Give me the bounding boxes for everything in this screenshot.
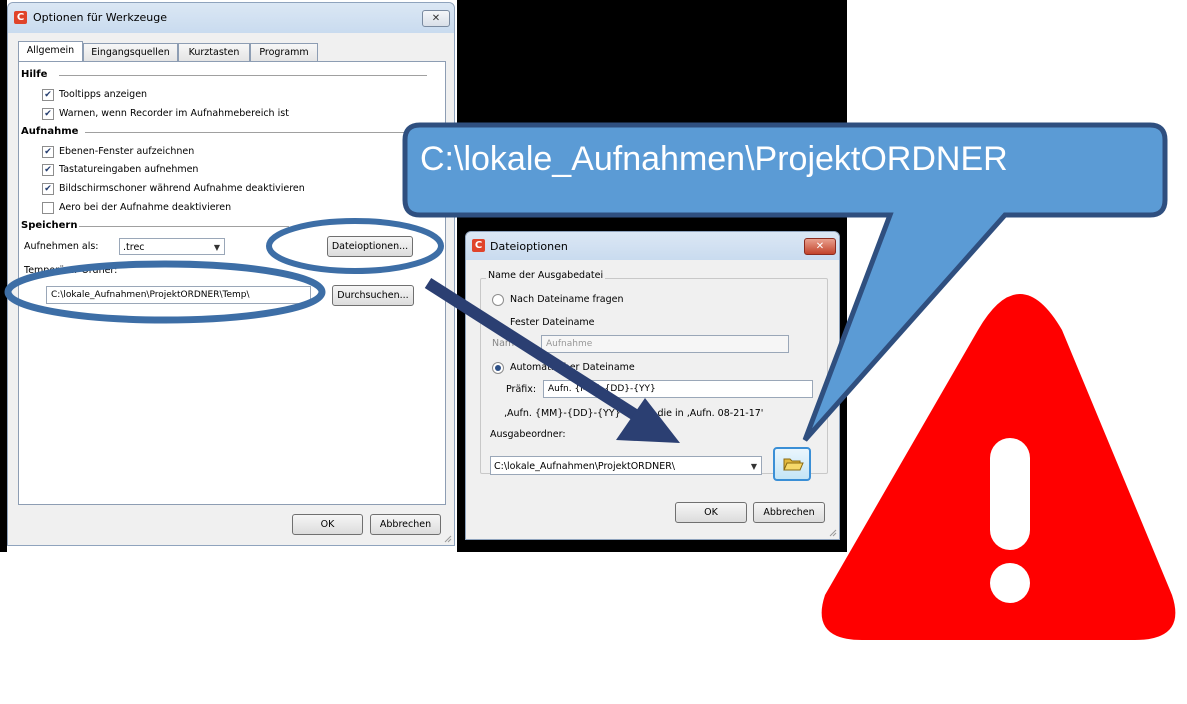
highlight-ellipse-dateioptionen bbox=[266, 218, 444, 274]
warning-exclamation-bar bbox=[990, 438, 1030, 550]
arrow-line bbox=[424, 277, 644, 424]
highlight-ellipse-temp-folder bbox=[4, 260, 326, 324]
annotation-overlay bbox=[4, 122, 1176, 640]
warning-exclamation-dot bbox=[990, 563, 1030, 603]
callout-text: C:\lokale_Aufnahmen\ProjektORDNER bbox=[420, 140, 1008, 178]
